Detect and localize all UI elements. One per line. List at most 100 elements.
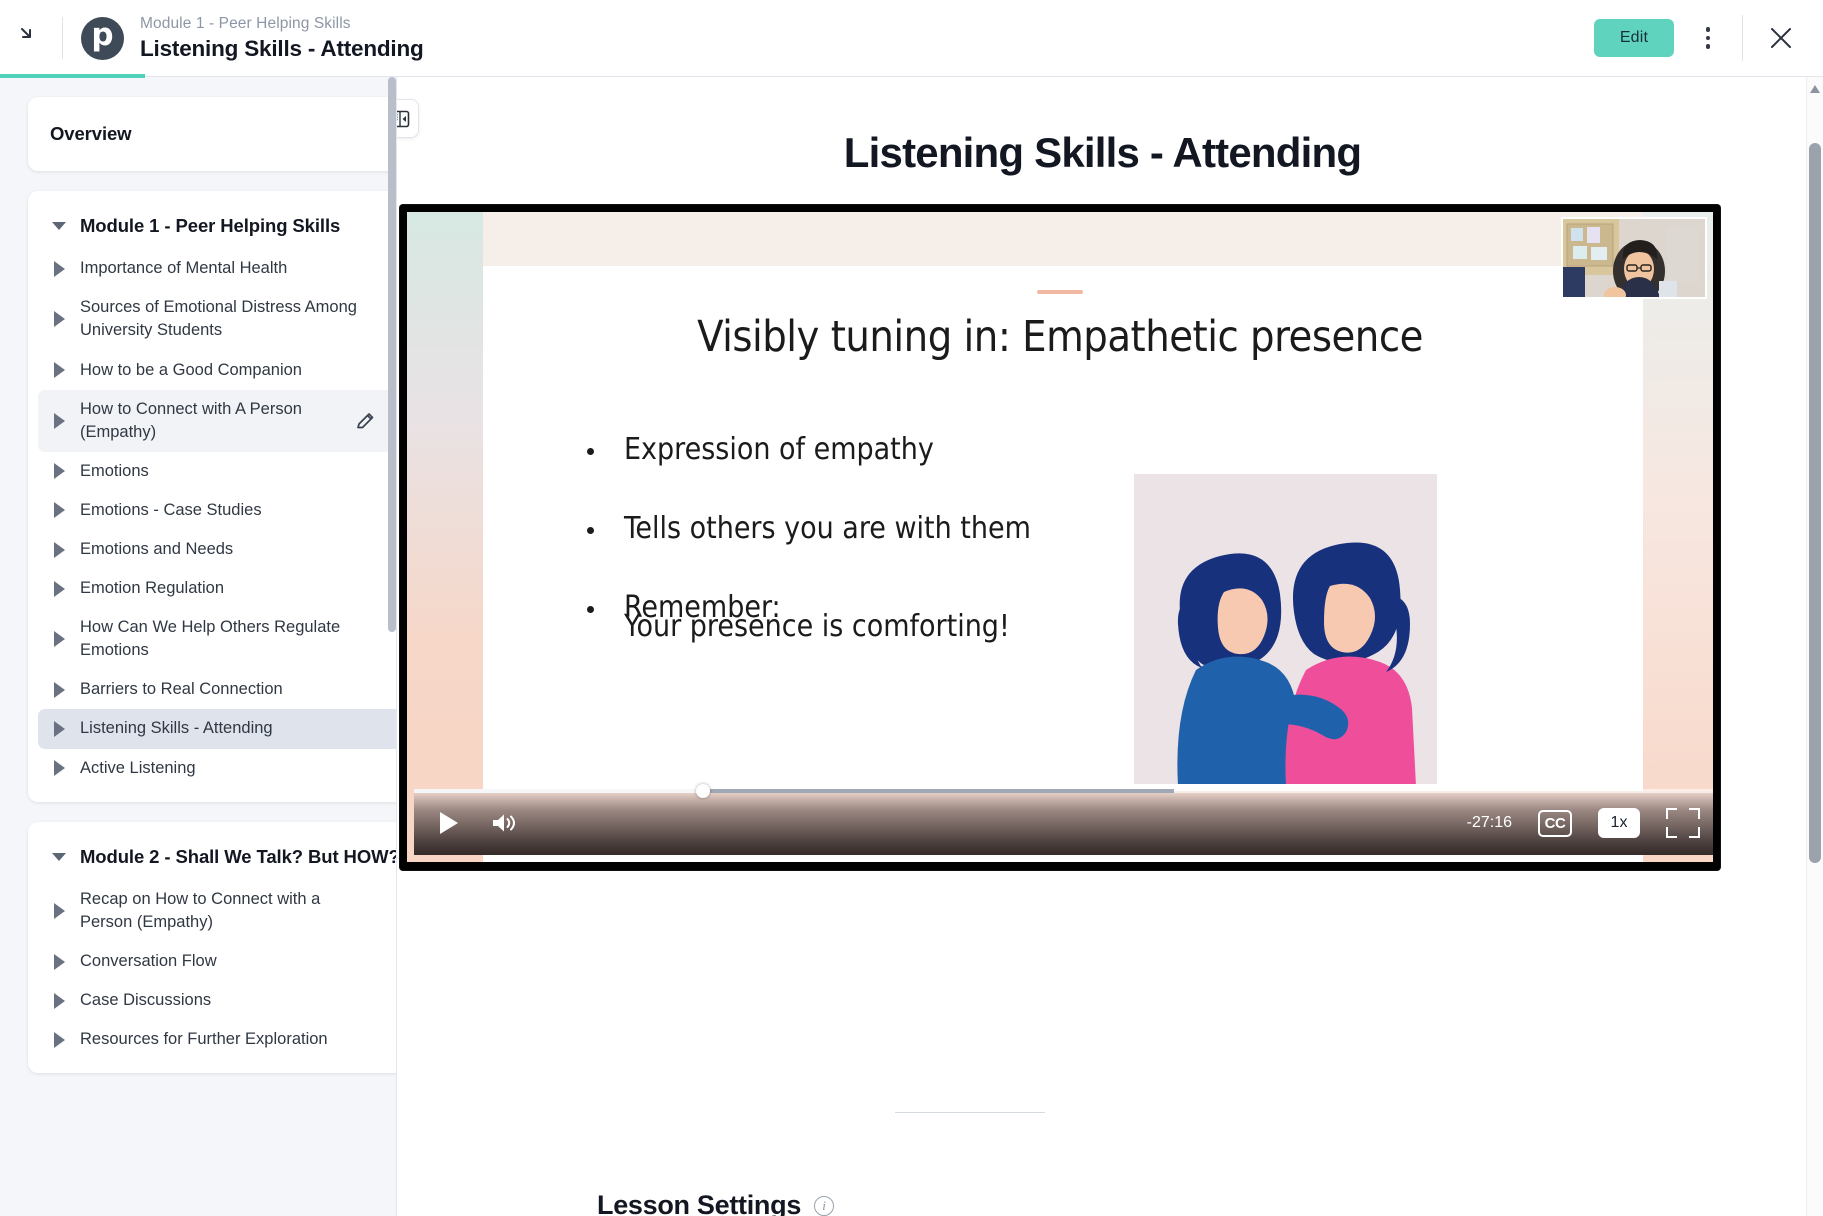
play-triangle-icon: [46, 903, 72, 919]
header-more-menu-button[interactable]: [1686, 16, 1730, 60]
video-controls-bar: -27:16 CC 1x: [414, 791, 1713, 855]
play-triangle-icon: [46, 261, 72, 277]
slide-bullet: Expression of empathy: [587, 430, 1287, 469]
play-triangle-icon: [46, 760, 72, 776]
list-item-label: Case Discussions: [72, 989, 211, 1012]
video-player[interactable]: Visibly tuning in: Empathetic presence E…: [400, 205, 1720, 870]
list-item[interactable]: Conversation Flow: [38, 942, 414, 981]
header-bottom-border: [0, 76, 1823, 77]
list-item[interactable]: How to be a Good Companion: [38, 351, 414, 390]
sidebar-scrollbar[interactable]: [388, 77, 396, 1216]
fullscreen-corner-icon: [1689, 808, 1700, 819]
list-item-label: Emotions - Case Studies: [72, 499, 262, 522]
list-item[interactable]: Active Listening: [38, 749, 414, 788]
play-triangle-icon: [46, 721, 72, 737]
play-triangle-icon: [46, 631, 72, 647]
list-item-label: Barriers to Real Connection: [72, 678, 283, 701]
module-title: Module 2 - Shall We Talk? But HOW?: [72, 844, 400, 870]
list-item[interactable]: Recap on How to Connect with a Person (E…: [38, 880, 414, 942]
play-triangle-icon: [46, 502, 72, 518]
slide-right-decoration: [1643, 212, 1713, 862]
list-item-label: Sources of Emotional Distress Among Univ…: [72, 296, 362, 342]
closed-captions-button[interactable]: CC: [1538, 810, 1572, 837]
app-header: p Module 1 - Peer Helping Skills Listeni…: [0, 0, 1823, 76]
list-item-label: Emotions: [72, 460, 149, 483]
list-item[interactable]: Emotion Regulation: [38, 569, 414, 608]
slide-illustration: [1134, 474, 1437, 784]
close-button[interactable]: [1757, 14, 1805, 62]
two-people-hugging-illustration: [1134, 474, 1437, 784]
scroll-up-arrow-icon[interactable]: [1810, 85, 1821, 94]
page-scrollbar-thumb[interactable]: [1809, 143, 1821, 863]
toggle-sidebar-button[interactable]: [397, 99, 419, 138]
play-button[interactable]: [422, 812, 476, 834]
list-item[interactable]: Sources of Emotional Distress Among Univ…: [38, 288, 414, 350]
curriculum-sidebar: Overview Module 1 - Peer Helping Skills …: [0, 77, 452, 1216]
chevron-down-icon[interactable]: [46, 853, 72, 861]
list-item-label: Emotions and Needs: [72, 538, 233, 561]
slide-closing-text: Your presence is comforting!: [624, 609, 1010, 644]
lesson-settings-title: Lesson Settings: [597, 1190, 801, 1216]
play-triangle-icon: [46, 682, 72, 698]
overview-label: Overview: [50, 123, 402, 145]
pencil-edit-icon[interactable]: [355, 410, 376, 431]
slide-title: Visibly tuning in: Empathetic presence: [407, 312, 1713, 362]
close-icon: [1768, 25, 1794, 51]
play-triangle-icon: [46, 311, 72, 327]
fullscreen-button[interactable]: [1666, 808, 1700, 838]
list-item[interactable]: Importance of Mental Health: [38, 249, 414, 288]
module-card: Module 1 - Peer Helping Skills Importanc…: [28, 191, 424, 802]
progress-played: [414, 789, 702, 793]
sidebar-item-overview[interactable]: Overview: [28, 97, 424, 171]
page-title: Listening Skills - Attending: [140, 35, 424, 62]
kebab-dot: [1706, 36, 1711, 41]
bullet-dot-icon: [587, 448, 594, 455]
sidebar-scrollbar-thumb[interactable]: [388, 77, 396, 632]
play-triangle-icon: [46, 463, 72, 479]
chevron-down-icon[interactable]: [46, 222, 72, 230]
collapse-fullscreen-button[interactable]: [0, 0, 62, 76]
app-logo: p: [81, 17, 124, 60]
list-item-label: How to Connect with A Person (Empathy): [72, 398, 362, 444]
play-triangle-icon: [46, 542, 72, 558]
list-item[interactable]: Emotions and Needs: [38, 530, 414, 569]
play-triangle-icon: [46, 413, 72, 429]
playback-speed-button[interactable]: 1x: [1598, 808, 1640, 838]
volume-button[interactable]: [476, 811, 532, 835]
list-item-label: How to be a Good Companion: [72, 359, 302, 382]
list-item[interactable]: How Can We Help Others Regulate Emotions: [38, 608, 414, 670]
list-item[interactable]: Case Discussions: [38, 981, 414, 1020]
list-item[interactable]: Emotions: [38, 452, 414, 491]
sidebar-item-listening-skills-attending[interactable]: Listening Skills - Attending: [38, 709, 414, 748]
list-item-label: How Can We Help Others Regulate Emotions: [72, 616, 362, 662]
video-progress-bar[interactable]: [414, 787, 1713, 795]
list-item-label: Resources for Further Exploration: [72, 1028, 328, 1051]
bullet-dot-icon: [587, 527, 594, 534]
list-item[interactable]: Emotions - Case Studies: [38, 491, 414, 530]
play-triangle-icon: [46, 581, 72, 597]
collapse-arrows-icon: [18, 25, 44, 51]
module-card: Module 2 - Shall We Talk? But HOW? Recap…: [28, 822, 424, 1074]
kebab-dot: [1706, 27, 1711, 32]
list-item[interactable]: Resources for Further Exploration: [38, 1020, 414, 1059]
list-item-label: Listening Skills - Attending: [72, 717, 273, 740]
panel-collapse-icon: [397, 109, 410, 129]
header-divider-2: [1742, 15, 1743, 61]
header-divider: [62, 17, 63, 59]
page-scrollbar[interactable]: [1806, 77, 1823, 1216]
breadcrumb: Module 1 - Peer Helping Skills: [140, 14, 424, 33]
progress-scrubber-handle[interactable]: [696, 784, 710, 798]
lesson-heading: Listening Skills - Attending: [397, 129, 1808, 177]
module-header[interactable]: Module 1 - Peer Helping Skills: [38, 207, 414, 249]
time-remaining-label: -27:16: [1467, 814, 1512, 832]
edit-button[interactable]: Edit: [1594, 19, 1674, 57]
info-icon[interactable]: i: [814, 1196, 834, 1216]
kebab-dot: [1706, 44, 1711, 49]
slide-background: Visibly tuning in: Empathetic presence E…: [407, 212, 1713, 862]
list-item-hovered[interactable]: How to Connect with A Person (Empathy): [38, 390, 414, 452]
list-item[interactable]: Barriers to Real Connection: [38, 670, 414, 709]
list-item-label: Active Listening: [72, 757, 196, 780]
module-header[interactable]: Module 2 - Shall We Talk? But HOW?: [38, 838, 414, 880]
slide-accent-rule: [1037, 290, 1083, 294]
slide-bullet-text: Expression of empathy: [624, 430, 934, 469]
